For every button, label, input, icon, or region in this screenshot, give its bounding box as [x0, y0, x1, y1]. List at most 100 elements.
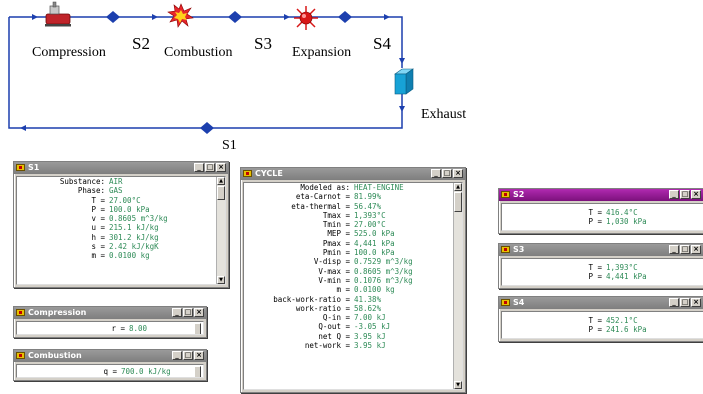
close-button[interactable]: × [216, 163, 226, 172]
property-value: AIR [109, 177, 123, 186]
scroll-down-icon[interactable]: ▼ [217, 276, 225, 284]
cycle-window[interactable]: CYCLE _ □ × Modeled as: HEAT-ENGINE eta-Ca… [240, 167, 466, 393]
flow-arrow-icon [384, 14, 390, 20]
combustion-icon[interactable] [167, 3, 194, 28]
flow-arrow-icon [32, 14, 38, 20]
state-node-s3[interactable] [228, 11, 242, 23]
compression-title-bar[interactable]: Compression _ □ × [14, 307, 206, 319]
scroll-up-icon[interactable]: ▲ [217, 177, 225, 185]
s1-window[interactable]: S1 _ □ × Substance: AIR Phase: GAS T = 27.00°… [13, 161, 229, 288]
property-row: m = 0.0100 kg [17, 251, 225, 260]
close-button[interactable]: × [194, 308, 204, 317]
flow-line-return [8, 17, 403, 129]
scroll-thumb[interactable] [454, 192, 462, 212]
property-value: 8.00 [129, 324, 148, 333]
close-button[interactable]: × [194, 351, 204, 360]
property-label: v = [91, 214, 105, 224]
property-value: 0.0100 kg [109, 251, 150, 261]
property-value: 1,030 kPa [606, 217, 647, 227]
s1-window-title: S1 [28, 163, 40, 172]
state-node-s1[interactable] [200, 122, 214, 134]
minimize-button[interactable]: _ [172, 308, 182, 317]
compression-window[interactable]: Compression _ □ × r = 8.00 [13, 306, 207, 338]
property-value: 0.0100 kg [354, 285, 395, 295]
minimize-button[interactable]: _ [669, 245, 679, 254]
maximize-button[interactable]: □ [205, 163, 215, 172]
vertical-scrollbar[interactable]: ▲ ▼ [216, 177, 225, 284]
property-row: V-disp = 0.7529 m^3/kg [244, 257, 462, 266]
s4-window[interactable]: S4 _ □ × T = 452.1°C P = 241.6 kPa [498, 296, 703, 342]
property-label: Q-in = [322, 313, 350, 323]
property-label: work-ratio = [295, 303, 350, 313]
property-value: 2.42 kJ/kgK [109, 242, 159, 252]
combustion-title-bar[interactable]: Combustion _ □ × [14, 350, 206, 362]
vertical-scrollbar[interactable]: ▲ ▼ [453, 183, 462, 389]
close-button[interactable]: × [691, 190, 701, 199]
property-value: 56.47% [354, 201, 382, 211]
property-label: s = [91, 242, 105, 252]
combustion-window[interactable]: Combustion _ □ × q = 700.0 kJ/kg [13, 349, 207, 381]
property-label: T = [91, 195, 105, 205]
maximize-button[interactable]: □ [183, 351, 193, 360]
property-label: P = [588, 325, 602, 335]
property-label: Tmin = [322, 220, 350, 230]
flow-arrow-icon [152, 14, 158, 20]
property-value: 700.0 kJ/kg [121, 367, 171, 376]
property-value: 301.2 kJ/kg [109, 232, 159, 242]
property-value: 27.00°C [354, 220, 386, 230]
ratio-spin-control[interactable] [194, 323, 201, 334]
expansion-icon[interactable] [294, 6, 318, 30]
s3-property-list: T = 1,393°C P = 4,441 kPa [502, 259, 703, 282]
app-icon [243, 170, 252, 177]
s2-title-bar[interactable]: S2 _ □ × [499, 189, 703, 201]
maximize-button[interactable]: □ [680, 245, 690, 254]
close-button[interactable]: × [691, 245, 701, 254]
heat-spin-control[interactable] [194, 366, 201, 377]
maximize-button[interactable]: □ [680, 298, 690, 307]
maximize-button[interactable]: □ [442, 169, 452, 178]
property-row: T = 1,393°C [502, 263, 703, 272]
property-row: net-work = 3.95 kJ [244, 341, 462, 350]
s3-title-bar[interactable]: S3 _ □ × [499, 244, 703, 256]
property-value: 7.00 kJ [354, 313, 386, 323]
minimize-button[interactable]: _ [669, 298, 679, 307]
exhaust-icon[interactable] [394, 68, 414, 95]
minimize-button[interactable]: _ [431, 169, 441, 178]
property-row: s = 2.42 kJ/kgK [17, 242, 225, 251]
scroll-thumb[interactable] [217, 186, 225, 200]
property-row: eta-thermal = 56.47% [244, 202, 462, 211]
minimize-button[interactable]: _ [194, 163, 204, 172]
s2-window[interactable]: S2 _ □ × T = 416.4°C P = 1,030 kPa [498, 188, 703, 234]
s1-title-bar[interactable]: S1 _ □ × [14, 162, 228, 174]
compressor-icon[interactable] [45, 1, 71, 27]
property-value: 525.0 kPa [354, 229, 395, 239]
property-label: net-work = [304, 341, 350, 351]
property-value: 1,393°C [354, 210, 386, 220]
property-row: h = 301.2 kJ/kg [17, 233, 225, 242]
property-row: T = 27.00°C [17, 196, 225, 205]
scroll-down-icon[interactable]: ▼ [454, 381, 462, 389]
property-label: eta-Carnot = [295, 192, 350, 202]
minimize-button[interactable]: _ [669, 190, 679, 199]
s3-window[interactable]: S3 _ □ × T = 1,393°C P = 4,441 kPa [498, 243, 703, 289]
flow-arrow-icon [20, 125, 26, 131]
maximize-button[interactable]: □ [183, 308, 193, 317]
scroll-up-icon[interactable]: ▲ [454, 183, 462, 191]
cycle-title-bar[interactable]: CYCLE _ □ × [241, 168, 465, 180]
state-node-s4[interactable] [338, 11, 352, 23]
property-row: MEP = 525.0 kPa [244, 229, 462, 238]
s4-title-bar[interactable]: S4 _ □ × [499, 297, 703, 309]
state-node-s2[interactable] [106, 11, 120, 23]
close-button[interactable]: × [453, 169, 463, 178]
property-row: r = 8.00 [17, 324, 203, 333]
close-button[interactable]: × [691, 298, 701, 307]
property-label: Phase: [77, 186, 105, 196]
maximize-button[interactable]: □ [680, 190, 690, 199]
property-label: net Q = [318, 331, 350, 341]
combustion-window-body: q = 700.0 kJ/kg [16, 364, 204, 378]
flow-arrow-icon [399, 58, 405, 64]
minimize-button[interactable]: _ [172, 351, 182, 360]
property-row: back-work-ratio = 41.38% [244, 295, 462, 304]
property-label: eta-thermal = [291, 201, 350, 211]
property-label: q = [103, 367, 117, 376]
